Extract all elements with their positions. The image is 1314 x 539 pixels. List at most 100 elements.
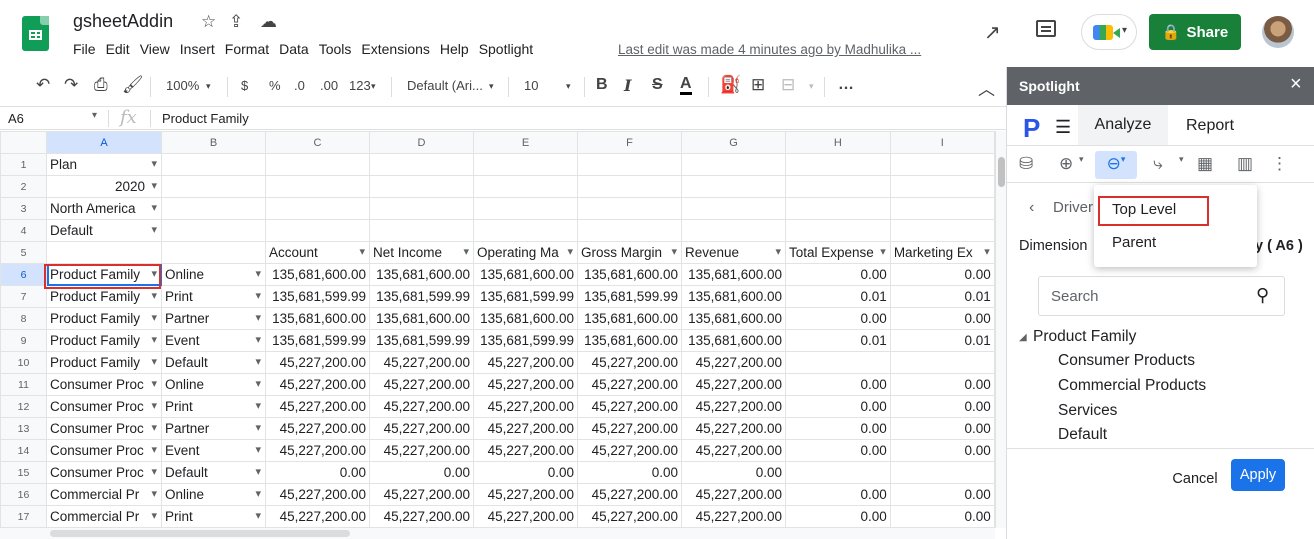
grid-cell[interactable] (473, 219, 578, 242)
grid-cell[interactable]: 0.00 (785, 307, 891, 330)
column-header[interactable]: F (577, 131, 682, 154)
search-icon[interactable]: ⚲ (1256, 285, 1269, 306)
grid-cell[interactable]: 0.00 (681, 461, 786, 484)
row-header[interactable]: 14 (0, 439, 47, 462)
grid-cell[interactable]: 0.00 (889, 417, 995, 440)
grid-cell[interactable] (681, 197, 786, 220)
grid-cell[interactable]: 45,227,200.00 (681, 505, 786, 528)
menu-edit[interactable]: Edit (106, 41, 130, 57)
grid-cell[interactable]: 0.00 (889, 439, 995, 462)
grid-cell[interactable]: 0.01 (889, 285, 995, 308)
corner-cell[interactable] (0, 131, 47, 154)
column-header[interactable]: E (473, 131, 578, 154)
menu-data[interactable]: Data (279, 41, 309, 57)
share-button[interactable]: 🔒 Share (1149, 14, 1241, 50)
grid-cell[interactable] (785, 153, 891, 176)
grid-cell[interactable] (681, 219, 786, 242)
grid-cell[interactable] (577, 197, 682, 220)
grid-cell[interactable]: 0.00 (785, 263, 891, 286)
grid-cell[interactable] (889, 153, 995, 176)
grid-cell[interactable]: 45,227,200.00 (473, 417, 578, 440)
grid-cell[interactable] (161, 175, 266, 198)
grid-cell[interactable]: 45,227,200.00 (369, 373, 474, 396)
grid-cell[interactable] (889, 219, 995, 242)
grid-cell[interactable]: 45,227,200.00 (369, 505, 474, 528)
grid-cell[interactable]: 135,681,600.00 (577, 307, 682, 330)
grid-cell[interactable]: 45,227,200.00 (265, 351, 370, 374)
column-header[interactable]: H (785, 131, 891, 154)
grid-cell[interactable] (889, 197, 995, 220)
grid-cell[interactable]: 0.00 (889, 483, 995, 506)
cancel-button[interactable]: Cancel (1167, 464, 1223, 494)
more-button[interactable]: … (838, 76, 854, 94)
grid-cell[interactable]: 0.00 (369, 461, 474, 484)
fill-color-icon[interactable]: ⛽ (720, 75, 741, 95)
currency-button[interactable]: $ (241, 78, 248, 93)
grid-cell[interactable]: Consumer Proc (46, 461, 162, 484)
tree-node[interactable]: Default (1058, 426, 1107, 444)
grid-cell[interactable]: 0.00 (785, 439, 891, 462)
grid-cell[interactable]: Online (161, 373, 266, 396)
grid-cell[interactable]: 135,681,600.00 (577, 329, 682, 352)
grid-cell[interactable]: 45,227,200.00 (577, 483, 682, 506)
decrease-decimal-button[interactable]: .0 (294, 78, 305, 93)
grid-cell[interactable]: 135,681,600.00 (681, 263, 786, 286)
grid-cell[interactable]: Partner (161, 417, 266, 440)
grid-cell[interactable]: 135,681,599.99 (369, 285, 474, 308)
row-header[interactable]: 6 (0, 263, 47, 286)
tree-collapse-icon[interactable]: ◢ (1019, 332, 1027, 343)
grid-cell[interactable]: Gross Margin (577, 241, 682, 264)
grid-cell[interactable]: 0.01 (889, 329, 995, 352)
grid-cell[interactable]: 0.00 (265, 461, 370, 484)
font-size-select[interactable]: 10 (524, 78, 538, 93)
grid-cell[interactable]: 135,681,600.00 (473, 263, 578, 286)
grid-cell[interactable]: 45,227,200.00 (681, 395, 786, 418)
column-header[interactable]: D (369, 131, 474, 154)
row-header[interactable]: 11 (0, 373, 47, 396)
increase-decimal-button[interactable]: .00 (320, 78, 338, 93)
grid-cell[interactable] (161, 219, 266, 242)
row-header[interactable]: 2 (0, 175, 47, 198)
row-header[interactable]: 1 (0, 153, 47, 176)
tree-node[interactable]: Commercial Products (1058, 377, 1206, 395)
grid-cell[interactable]: 45,227,200.00 (473, 351, 578, 374)
doc-title[interactable]: gsheetAddin (73, 11, 173, 32)
grid-cell[interactable]: 0.00 (785, 373, 891, 396)
grid-cell[interactable] (161, 197, 266, 220)
grid-cell[interactable]: 45,227,200.00 (473, 483, 578, 506)
grid-cell[interactable]: Marketing Ex (889, 241, 995, 264)
grid-cell[interactable]: 0.00 (785, 395, 891, 418)
grid-cell[interactable] (577, 175, 682, 198)
menu-help[interactable]: Help (440, 41, 469, 57)
grid-cell[interactable]: 45,227,200.00 (577, 373, 682, 396)
grid-cell[interactable] (785, 175, 891, 198)
grid-cell[interactable]: 135,681,600.00 (473, 307, 578, 330)
apply-button[interactable]: Apply (1231, 459, 1285, 491)
column-header[interactable]: B (161, 131, 266, 154)
row-header[interactable]: 17 (0, 505, 47, 528)
grid-cell[interactable]: Plan (46, 153, 162, 176)
grid-cell[interactable]: 0.00 (473, 461, 578, 484)
avatar[interactable] (1262, 16, 1294, 48)
grid-cell[interactable] (785, 461, 891, 484)
grid-cell[interactable]: Event (161, 439, 266, 462)
percent-button[interactable]: % (269, 78, 281, 93)
grid-cell[interactable] (161, 153, 266, 176)
last-edit-link[interactable]: Last edit was made 4 minutes ago by Madh… (618, 42, 921, 57)
grid-cell[interactable]: Net Income (369, 241, 474, 264)
strikethrough-button[interactable]: S (652, 76, 663, 94)
grid-cell[interactable]: 135,681,599.99 (265, 329, 370, 352)
grid-cell[interactable]: Product Family (46, 351, 162, 374)
grid-cell[interactable] (161, 241, 266, 264)
row-header[interactable]: 3 (0, 197, 47, 220)
grid-cell[interactable]: 45,227,200.00 (265, 395, 370, 418)
grid-cell[interactable]: 45,227,200.00 (369, 483, 474, 506)
grid-cell[interactable]: 45,227,200.00 (577, 395, 682, 418)
grid-cell[interactable]: 0.00 (577, 461, 682, 484)
grid-cell[interactable]: 45,227,200.00 (473, 395, 578, 418)
grid-cell[interactable]: 45,227,200.00 (265, 417, 370, 440)
column-header[interactable]: I (889, 131, 995, 154)
grid-cell[interactable]: 45,227,200.00 (369, 439, 474, 462)
keep-only-icon[interactable]: ▦ (1197, 154, 1213, 174)
meet-button[interactable]: ▾ (1081, 14, 1137, 50)
